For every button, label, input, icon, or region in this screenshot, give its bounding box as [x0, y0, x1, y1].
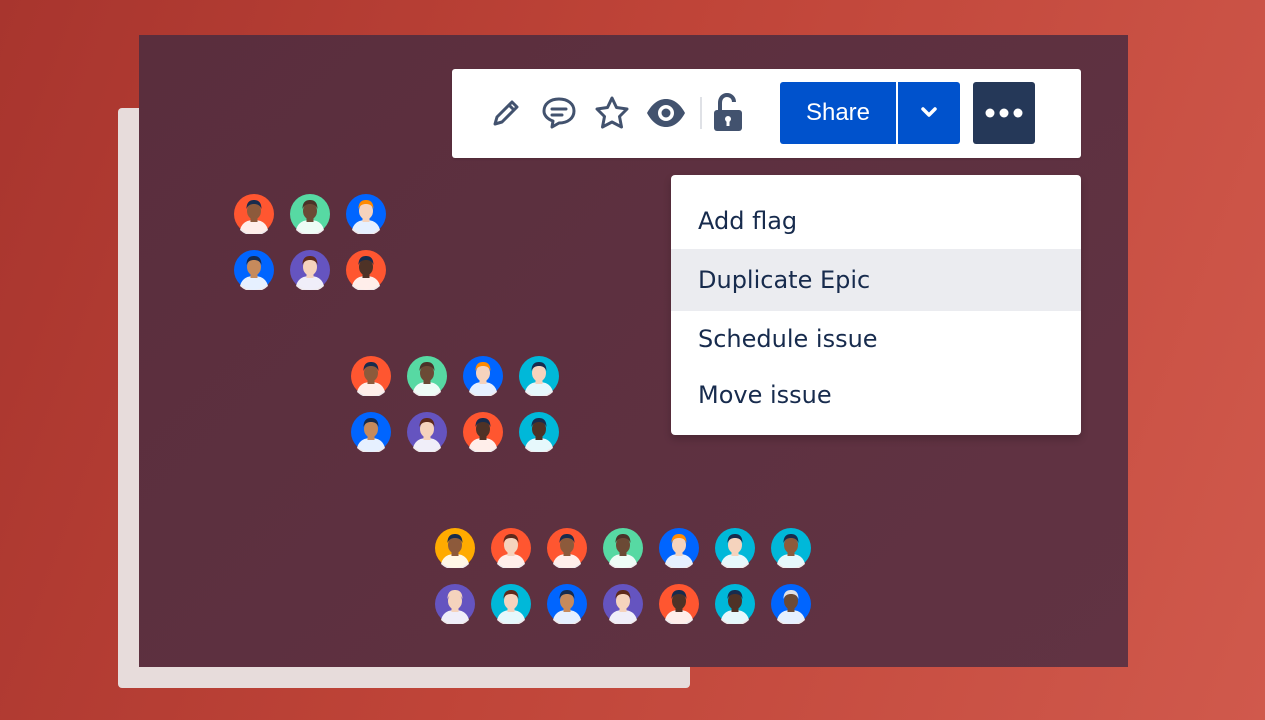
avatar	[491, 528, 531, 568]
avatar	[771, 528, 811, 568]
avatar	[659, 528, 699, 568]
avatar	[603, 528, 643, 568]
avatar	[351, 356, 391, 396]
avatar	[519, 412, 559, 452]
avatar	[715, 528, 755, 568]
issue-toolbar: Share	[452, 69, 1081, 158]
menu-item-add-flag[interactable]: Add flag	[671, 193, 1081, 249]
avatar	[603, 584, 643, 624]
avatar	[346, 194, 386, 234]
avatar	[659, 584, 699, 624]
avatar	[234, 250, 274, 290]
avatar	[435, 528, 475, 568]
unlock-icon[interactable]	[706, 91, 750, 135]
avatar	[407, 412, 447, 452]
share-dropdown-button[interactable]	[898, 82, 960, 144]
menu-item-move-issue[interactable]: Move issue	[671, 367, 1081, 423]
avatar	[346, 250, 386, 290]
avatar	[463, 412, 503, 452]
comment-icon[interactable]	[537, 91, 581, 135]
chevron-down-icon	[919, 104, 939, 123]
avatar	[351, 412, 391, 452]
avatar	[547, 528, 587, 568]
avatar	[491, 584, 531, 624]
more-actions-menu: Add flag Duplicate Epic Schedule issue M…	[671, 175, 1081, 435]
avatar	[234, 194, 274, 234]
more-actions-button[interactable]	[973, 82, 1035, 144]
avatar	[463, 356, 503, 396]
avatar	[519, 356, 559, 396]
avatar	[290, 250, 330, 290]
toolbar-divider	[700, 97, 702, 129]
eye-icon[interactable]	[644, 91, 688, 135]
avatar	[771, 584, 811, 624]
pencil-icon[interactable]	[484, 91, 528, 135]
avatar	[547, 584, 587, 624]
avatar	[435, 584, 475, 624]
avatar	[407, 356, 447, 396]
avatar	[290, 194, 330, 234]
menu-item-duplicate-epic[interactable]: Duplicate Epic	[671, 249, 1081, 311]
share-button[interactable]: Share	[780, 82, 896, 144]
star-icon[interactable]	[590, 91, 634, 135]
avatar	[715, 584, 755, 624]
more-horizontal-icon	[984, 104, 1024, 123]
menu-item-schedule-issue[interactable]: Schedule issue	[671, 311, 1081, 367]
